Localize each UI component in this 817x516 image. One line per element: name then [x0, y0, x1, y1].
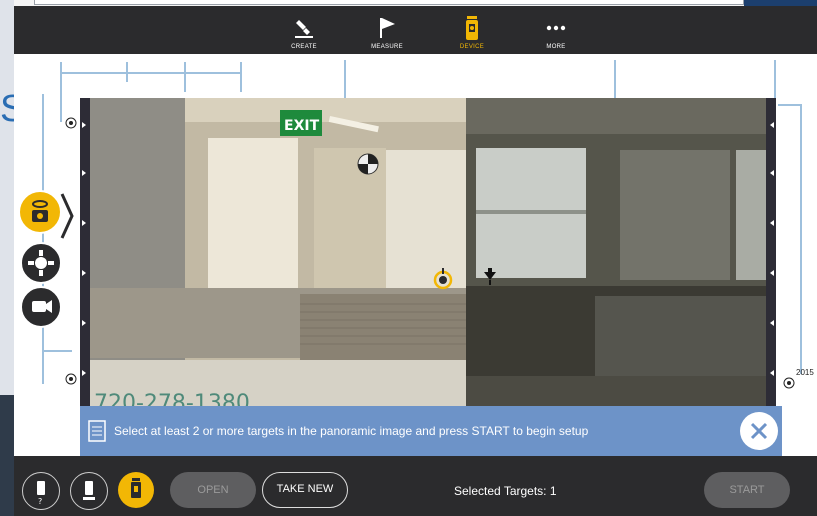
- device-settings-button[interactable]: [70, 472, 108, 510]
- create-label: CREATE: [291, 44, 317, 50]
- ruler-tick: [770, 170, 774, 176]
- background-top-box: [34, 0, 744, 5]
- device-help-icon: ?: [37, 481, 45, 506]
- panorama-viewer[interactable]: EXIT 720-278-1380: [80, 98, 776, 413]
- target-marker[interactable]: [482, 268, 498, 286]
- blueprint-line: [126, 62, 128, 82]
- prism-target-icon: [28, 250, 54, 276]
- blueprint-line: [42, 94, 44, 384]
- marker-a-icon: [65, 117, 77, 129]
- instruction-text: Select at least 2 or more targets in the…: [114, 424, 589, 438]
- create-button[interactable]: CREATE: [274, 10, 334, 52]
- blueprint-line: [344, 60, 346, 98]
- ruler-tick: [770, 220, 774, 226]
- blueprint-line: [614, 60, 616, 98]
- ruler-tick: [82, 122, 86, 128]
- top-toolbar: CREATE MEASURE DEVICE MORE: [14, 6, 817, 54]
- target-tool-button[interactable]: [20, 242, 62, 284]
- help-device-button[interactable]: ?: [22, 472, 60, 510]
- device-label: DEVICE: [459, 44, 485, 50]
- ruler-tick: [82, 220, 86, 226]
- panorama-image[interactable]: EXIT 720-278-1380: [90, 98, 766, 413]
- marker-a-icon: [783, 377, 795, 389]
- blueprint-line: [778, 104, 802, 106]
- more-label: MORE: [546, 44, 566, 50]
- total-station-icon: [131, 478, 141, 498]
- bottom-toolbar: ? OPEN TAKE NEW Selected Targets: 1 STAR…: [14, 456, 817, 516]
- station-tool-button[interactable]: [18, 190, 62, 234]
- app-window: CREATE MEASURE DEVICE MORE 2015 EXIT 720…: [14, 6, 817, 516]
- background-left-dark: [0, 395, 14, 516]
- selected-targets-count: Selected Targets: 1: [454, 484, 557, 498]
- instruction-banner: Select at least 2 or more targets in the…: [80, 406, 782, 456]
- take-new-button[interactable]: TAKE NEW: [262, 472, 348, 508]
- blueprint-line: [60, 62, 62, 122]
- blueprint-line: [42, 350, 72, 352]
- ruler-tick: [770, 370, 774, 376]
- open-button[interactable]: OPEN: [170, 472, 256, 508]
- blueprint-line: [184, 62, 186, 92]
- blueprint-line: [800, 104, 802, 374]
- total-station-icon: [32, 200, 48, 222]
- ruler-tick: [770, 122, 774, 128]
- close-banner-button[interactable]: [740, 412, 778, 450]
- flag-icon: [380, 18, 395, 38]
- ruler-tick: [82, 320, 86, 326]
- ruler-tick: [82, 370, 86, 376]
- more-button[interactable]: MORE: [526, 10, 586, 52]
- document-icon: [88, 420, 106, 442]
- measure-button[interactable]: MEASURE: [357, 10, 417, 52]
- blueprint-year-label: 2015: [796, 368, 814, 377]
- blueprint-line: [60, 72, 240, 74]
- ruler-tick: [770, 270, 774, 276]
- marker-a-icon: [65, 373, 77, 385]
- measure-label: MEASURE: [371, 44, 403, 50]
- svg-text:?: ?: [38, 497, 42, 506]
- exit-sign-text: EXIT: [284, 118, 320, 134]
- selected-target-marker[interactable]: [433, 268, 453, 292]
- total-station-icon: [466, 16, 478, 40]
- blueprint-line: [240, 62, 242, 92]
- start-button[interactable]: START: [704, 472, 790, 508]
- more-dots-icon: [546, 25, 566, 31]
- pencil-icon: [295, 20, 313, 38]
- device-icon: [83, 481, 95, 500]
- office-photo: EXIT 720-278-1380: [90, 98, 766, 413]
- active-device-button[interactable]: [118, 472, 154, 508]
- ruler-tick: [770, 320, 774, 326]
- chevron-right-icon[interactable]: [60, 192, 74, 240]
- ruler-tick: [82, 170, 86, 176]
- close-icon: [750, 422, 768, 440]
- video-camera-icon: [32, 300, 52, 313]
- device-button[interactable]: DEVICE: [442, 10, 502, 52]
- video-tool-button[interactable]: [20, 286, 62, 328]
- ruler-tick: [82, 270, 86, 276]
